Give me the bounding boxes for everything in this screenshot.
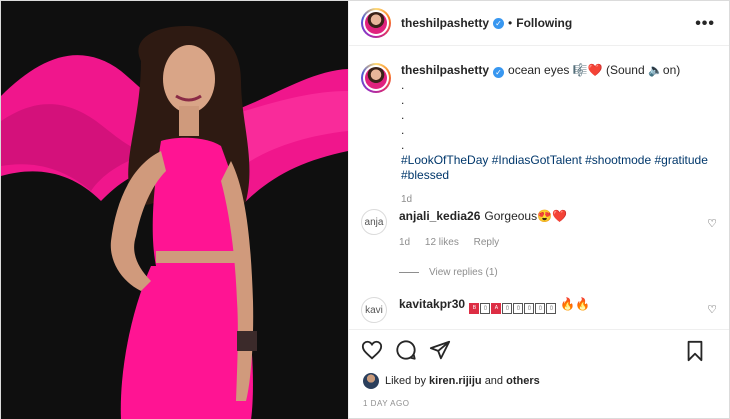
comment-like-heart-icon[interactable]: ♡ <box>707 303 717 316</box>
header-username[interactable]: theshilpashetty <box>401 16 489 30</box>
likes-others-link[interactable]: others <box>506 375 540 387</box>
post-frame: theshilpashetty ✓ • Following ••• theshi… <box>0 0 730 419</box>
header-separator: • <box>508 16 513 30</box>
emoji-box-icon: ▯ <box>535 303 546 314</box>
post-photo[interactable] <box>1 1 348 419</box>
caption-dot: . <box>401 93 405 107</box>
emoji-box-icon: ▯ <box>480 303 491 314</box>
post-side-panel: theshilpashetty ✓ • Following ••• theshi… <box>348 1 729 418</box>
post-caption: theshilpashetty ✓ ocean eyes 🎼❤️ (Sound 🔈o… <box>361 63 721 207</box>
liker-username[interactable]: kiren.rijiju <box>429 375 482 387</box>
post-actions-bar <box>349 329 729 369</box>
comment-text: Gorgeous😍❤️ <box>484 209 567 223</box>
comment-time[interactable]: 1d <box>399 237 410 248</box>
profile-avatar[interactable] <box>361 8 391 38</box>
emoji-box-icon: ▯ <box>513 303 524 314</box>
caption-text: ocean eyes 🎼❤️ (Sound 🔈on) <box>508 63 681 77</box>
following-button[interactable]: Following <box>516 16 572 30</box>
caption-username[interactable]: theshilpashetty <box>401 63 489 77</box>
comment-like-heart-icon[interactable]: ♡ <box>707 217 717 230</box>
emoji-box-icon: ▯ <box>524 303 535 314</box>
photo-illustration <box>1 1 348 419</box>
comment-username[interactable]: kavitakpr30 <box>399 297 465 311</box>
replies-divider <box>399 272 419 273</box>
post-timestamp[interactable]: 1 DAY AGO <box>363 399 409 408</box>
likes-summary: Liked by kiren.rijiju and others <box>363 373 540 389</box>
like-heart-icon[interactable] <box>361 339 383 361</box>
post-header: theshilpashetty ✓ • Following ••• <box>349 1 729 46</box>
comment-avatar[interactable]: anja <box>361 209 387 235</box>
comment-item: kavi kavitakpr30 B ▯ A ▯ ▯ ▯ ▯ ▯ 🔥🔥 <box>361 297 726 323</box>
caption-dot: . <box>401 108 405 122</box>
caption-time[interactable]: 1d <box>401 192 721 207</box>
caption-dot: . <box>401 78 405 92</box>
liker-avatar[interactable] <box>363 373 379 389</box>
emoji-box-icon: ▯ <box>502 303 513 314</box>
bookmark-icon[interactable] <box>685 340 705 362</box>
more-options-button[interactable]: ••• <box>695 15 715 33</box>
likes-prefix: Liked by <box>385 375 426 387</box>
caption-dot: . <box>401 138 405 152</box>
emoji-box-icon: ▯ <box>546 303 557 314</box>
view-replies-button[interactable]: View replies (1) <box>399 267 498 278</box>
comment-username[interactable]: anjali_kedia26 <box>399 209 480 223</box>
comment-meta: 1d 12 likes Reply <box>399 235 567 250</box>
comment-avatar[interactable]: kavi <box>361 297 387 323</box>
comment-likes[interactable]: 12 likes <box>425 237 459 248</box>
view-replies-label: View replies (1) <box>429 267 498 278</box>
likes-connector: and <box>484 375 504 387</box>
caption-dot: . <box>401 123 405 137</box>
comment-item: anja anjali_kedia26 Gorgeous😍❤️ 1d 12 lik… <box>361 209 726 250</box>
caption-hashtags[interactable]: #LookOfTheDay #IndiasGotTalent #shootmod… <box>401 153 721 183</box>
comment-text: 🔥🔥 <box>560 297 591 311</box>
share-paper-plane-icon[interactable] <box>429 339 451 361</box>
comment-bubble-icon[interactable] <box>395 339 417 361</box>
caption-avatar[interactable] <box>361 63 391 93</box>
letter-b-emoji-icon: B <box>469 303 480 314</box>
verified-badge-icon: ✓ <box>493 17 505 29</box>
likes-text: Liked by kiren.rijiju and others <box>385 375 540 387</box>
comment-reply-button[interactable]: Reply <box>474 237 500 248</box>
letter-a-emoji-icon: A <box>491 303 502 314</box>
caption-verified-icon: ✓ <box>493 67 505 78</box>
